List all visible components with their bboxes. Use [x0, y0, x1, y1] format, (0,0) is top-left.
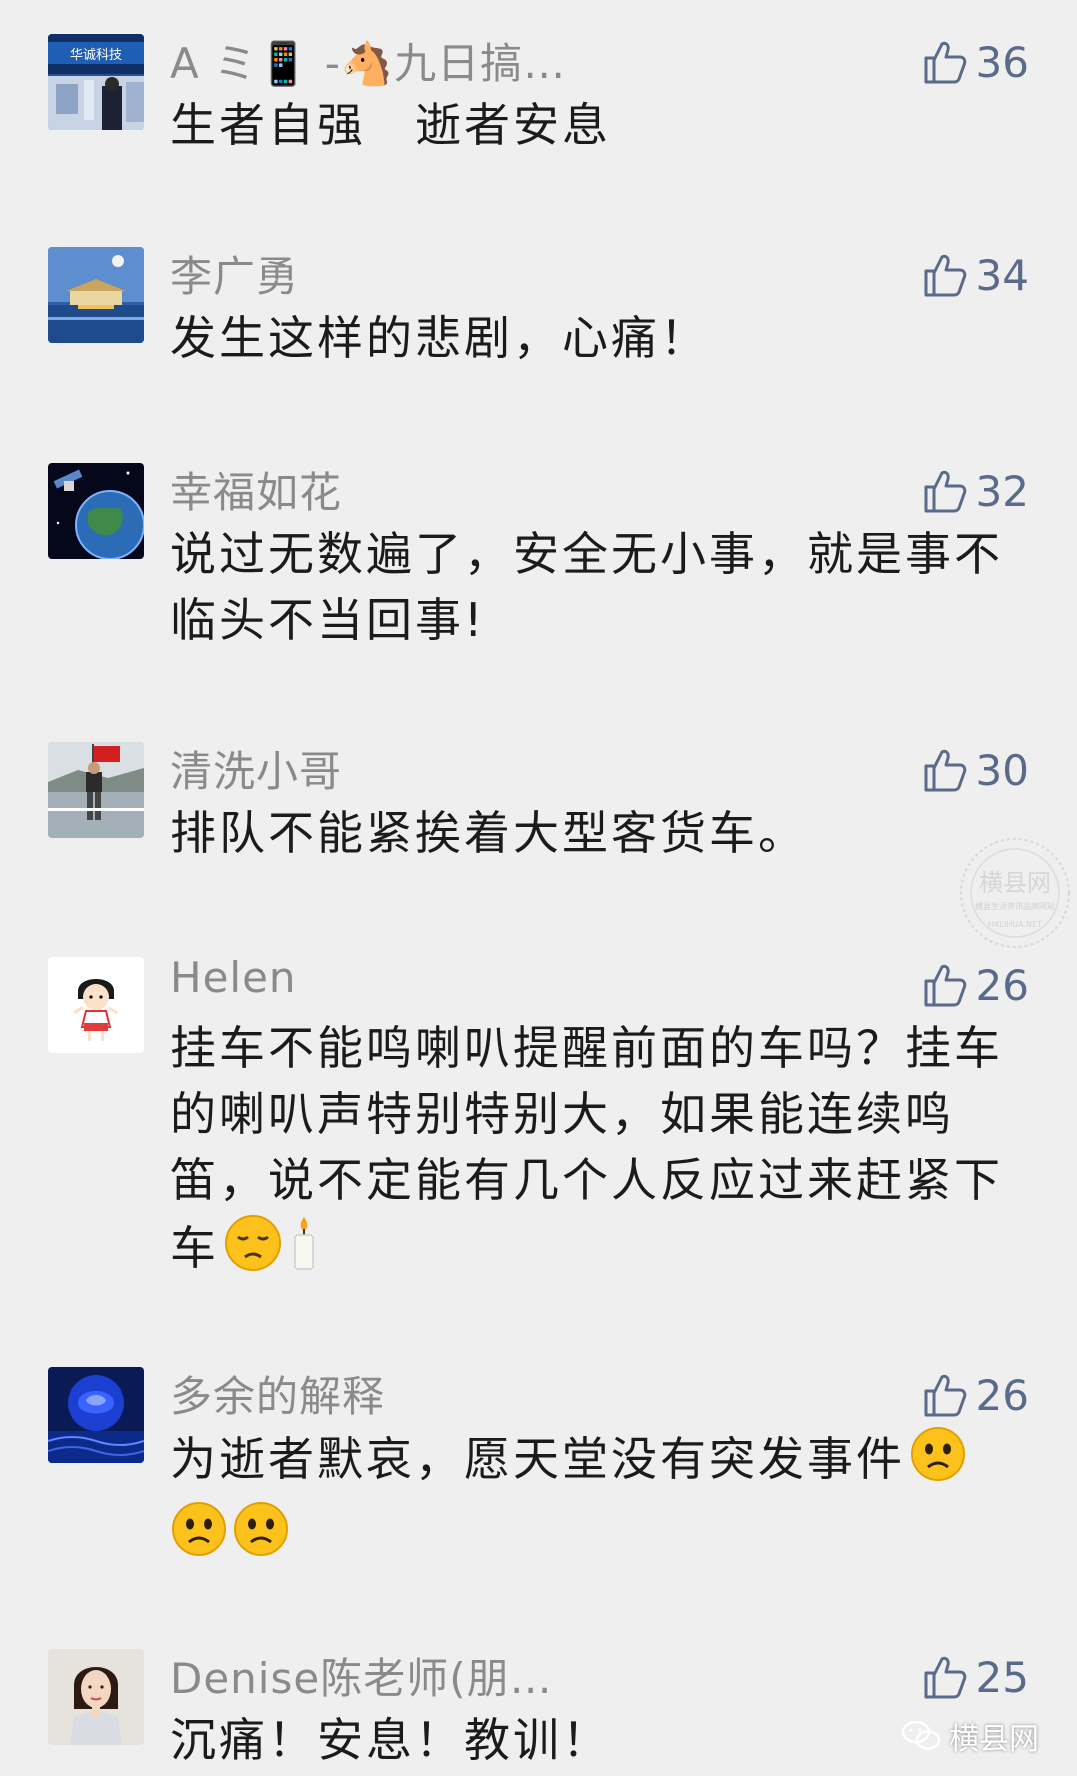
frowning-face-icon	[909, 1425, 967, 1500]
comment-list: 华诚科技 A ミ📱 -🐴九日搞… 36 生者自强 逝者安息 李广勇 34 发生这…	[0, 0, 1077, 1776]
wechat-icon	[901, 1720, 941, 1750]
comment-nickname[interactable]: Helen	[170, 953, 297, 1002]
thumbs-up-icon	[924, 749, 966, 792]
comment-text-body: 为逝者默哀，愿天堂没有突发事件	[170, 1432, 905, 1486]
comment-nickname[interactable]: 多余的解释	[170, 1363, 385, 1424]
watermark-url: HXLIHUA.NET	[988, 920, 1042, 929]
pensive-face-icon	[223, 1213, 283, 1290]
like-button[interactable]: 36	[920, 34, 1029, 90]
footer-logo-text: 横县网	[949, 1722, 1039, 1757]
watermark-subtitle: 横县生活资讯品牌网站	[975, 901, 1055, 911]
avatar[interactable]	[48, 957, 144, 1053]
avatar[interactable]	[48, 1649, 144, 1745]
like-count: 34	[975, 250, 1029, 300]
comment-text: 发生这样的悲剧，心痛！	[170, 311, 709, 365]
thumbs-up-icon	[924, 1656, 966, 1699]
comment-text: 排队不能紧挨着大型客货车。	[170, 806, 807, 860]
like-button[interactable]: 26	[920, 957, 1029, 1013]
like-button[interactable]: 34	[920, 247, 1029, 303]
comment-text: 挂车不能鸣喇叭提醒前面的车吗？挂车的喇叭声特别特别大，如果能连续鸣笛，说不定能有…	[170, 1015, 1020, 1290]
avatar[interactable]	[48, 742, 144, 838]
frowning-face-icon	[170, 1500, 228, 1575]
like-button[interactable]: 26	[920, 1367, 1029, 1423]
like-button[interactable]: 25	[920, 1649, 1029, 1705]
thumbs-up-icon	[924, 1374, 966, 1417]
comment-nickname[interactable]: 李广勇	[170, 243, 299, 304]
watermark-stamp: 横县网 横县生活资讯品牌网站 HXLIHUA.NET	[955, 833, 1075, 953]
comment-text: 生者自强 逝者安息	[170, 98, 611, 152]
like-count: 32	[975, 466, 1029, 516]
thumbs-up-icon	[924, 964, 966, 1007]
watermark-title: 横县网	[979, 869, 1051, 897]
like-count: 25	[975, 1652, 1029, 1702]
avatar[interactable]	[48, 1367, 144, 1463]
thumbs-up-icon	[924, 41, 966, 84]
thumbs-up-icon	[924, 470, 966, 513]
like-count: 26	[975, 1370, 1029, 1420]
comment-text: 说过无数遍了，安全无小事，就是事不临头不当回事!	[170, 527, 1003, 647]
like-count: 26	[975, 960, 1029, 1010]
like-count: 30	[975, 745, 1029, 795]
avatar[interactable]: 华诚科技	[48, 34, 144, 130]
comment-nickname[interactable]: Denise陈老师(朋…	[170, 1645, 553, 1706]
like-button[interactable]: 30	[920, 742, 1029, 798]
footer-watermark: 横县网	[901, 1714, 1039, 1758]
like-count: 36	[975, 37, 1029, 87]
comment-nickname[interactable]: A ミ📱 -🐴九日搞…	[170, 30, 566, 91]
comment-nickname[interactable]: 清洗小哥	[170, 738, 342, 799]
like-button[interactable]: 32	[920, 463, 1029, 519]
candle-icon	[287, 1213, 321, 1290]
avatar-caption: 华诚科技	[70, 48, 122, 63]
comment-text: 为逝者默哀，愿天堂没有突发事件	[170, 1425, 1020, 1575]
avatar[interactable]	[48, 463, 144, 559]
comment-text: 沉痛！安息！教训！	[170, 1713, 611, 1767]
avatar[interactable]	[48, 247, 144, 343]
frowning-face-icon	[232, 1500, 290, 1575]
thumbs-up-icon	[924, 254, 966, 297]
comment-nickname[interactable]: 幸福如花	[170, 459, 342, 520]
